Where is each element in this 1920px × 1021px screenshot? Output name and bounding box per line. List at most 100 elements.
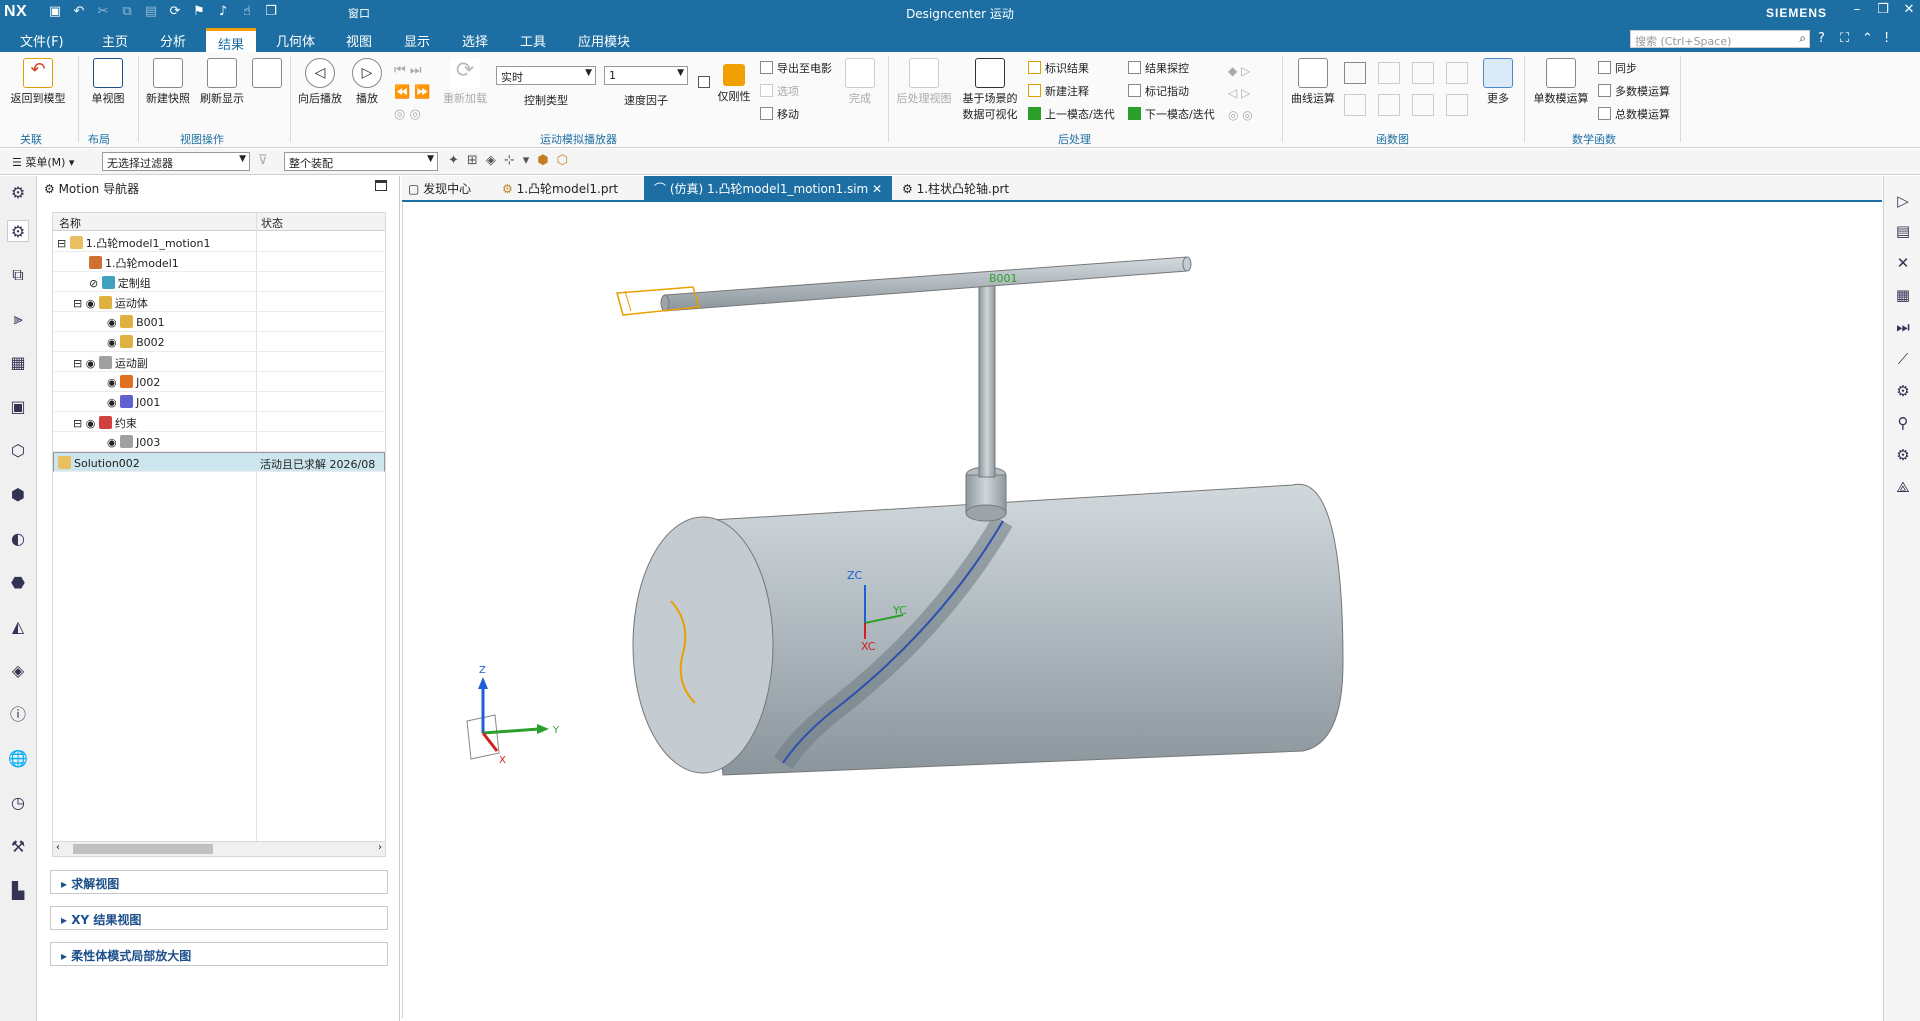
single-view-button[interactable]: 单视图 — [84, 58, 132, 106]
spring-icon[interactable]: ⟋ — [1892, 350, 1914, 372]
web-browser-icon[interactable]: 🌐 — [7, 748, 29, 770]
fullscreen-icon[interactable]: ⛶ — [1840, 31, 1849, 46]
total-calc-button[interactable]: 总数模运算 — [1598, 106, 1670, 122]
roles-icon[interactable]: ◈ — [7, 660, 29, 682]
previous-mode-button[interactable]: 上一模态/迭代 — [1028, 106, 1115, 122]
return-to-model-button[interactable]: ↶ 返回到模型 — [8, 58, 68, 106]
next-mode-button[interactable]: 下一模态/迭代 — [1128, 106, 1215, 122]
mode-icon[interactable]: ◎ ◎ — [1228, 104, 1253, 126]
tree-row[interactable]: ⊘ 定制组 — [53, 272, 385, 292]
eye-icon[interactable]: ◉ — [86, 357, 96, 370]
collapse-icon[interactable]: ⊟ — [73, 357, 82, 370]
alert-icon[interactable]: ! — [1884, 31, 1889, 46]
tab-cylindrical-cam[interactable]: ⚙ 1.柱状凸轮轴.prt — [902, 180, 1009, 197]
play-backward-button[interactable]: ◁ 向后播放 — [296, 58, 344, 106]
new-snapshot-button[interactable]: 新建快照 — [142, 58, 194, 106]
plot-icon[interactable] — [1344, 62, 1366, 84]
plot-icon[interactable] — [1378, 62, 1400, 84]
close-tab-icon[interactable]: ✕ — [872, 182, 882, 196]
follower-bar-b001[interactable] — [616, 256, 1192, 316]
link-body-icon[interactable]: ⟁ — [1892, 478, 1914, 500]
joint-icon[interactable]: ⚲ — [1892, 414, 1914, 436]
menu-view[interactable]: 视图 — [346, 31, 372, 50]
more-button[interactable]: 更多 — [1480, 58, 1516, 106]
pmi-icon[interactable]: ⬢ — [7, 484, 29, 506]
model-view[interactable]: B001 ZC YC XC Z Y X — [403, 203, 1881, 1018]
mode-icon[interactable]: ◁ ▷ — [1228, 82, 1253, 104]
gear-icon[interactable]: ⚙ — [1892, 446, 1914, 468]
plot-icon[interactable] — [1412, 94, 1434, 116]
tree-row[interactable]: ◉ J003 — [53, 432, 385, 452]
eye-icon[interactable]: ◉ — [86, 297, 96, 310]
snap-icon[interactable]: ◈ — [486, 153, 496, 168]
plot-icon[interactable] — [1446, 94, 1468, 116]
shaded-cube-icon[interactable]: ⬢ — [537, 153, 548, 168]
tree-row[interactable]: ⊟ 1.凸轮model1_motion1 — [53, 232, 385, 252]
collapse-icon[interactable]: ⊟ — [73, 297, 82, 310]
cross-icon[interactable]: ✕ — [1892, 254, 1914, 276]
type-filter-select[interactable]: 无选择过滤器 ▼ — [102, 152, 250, 171]
assembly-navigator-icon[interactable]: ⧉ — [7, 264, 29, 286]
menu-tools[interactable]: 工具 — [520, 31, 546, 50]
search-icon[interactable]: ⌕ — [1799, 31, 1806, 46]
plot-icon[interactable] — [1378, 94, 1400, 116]
flexible-body-panel[interactable]: ▸ 柔性体模式局部放大图 — [50, 942, 388, 966]
layout-icon[interactable]: ▣ — [7, 396, 29, 418]
play-circle-icon[interactable]: ▷ — [1892, 192, 1914, 214]
scroll-left-icon[interactable]: ‹ — [56, 842, 60, 853]
info-icon[interactable]: ⓘ — [7, 704, 29, 726]
view-triad[interactable]: Z Y X — [466, 665, 560, 766]
feature-icon[interactable]: ◐ — [7, 528, 29, 550]
follower-rod[interactable] — [978, 282, 996, 478]
plot-icon[interactable] — [1412, 62, 1434, 84]
refresh-display-button[interactable]: 刷新显示 — [196, 58, 248, 106]
new-annotation-button[interactable]: 新建注释 — [1028, 83, 1089, 99]
plot-icon[interactable] — [1344, 94, 1366, 116]
settings-icon[interactable]: ⚙ — [7, 182, 29, 204]
collapse-icon[interactable]: ⊟ — [73, 417, 82, 430]
mark-result-button[interactable]: 标识结果 — [1028, 60, 1089, 76]
eye-icon[interactable]: ◉ — [107, 436, 117, 449]
step-forward-icon[interactable]: ⏭ — [1892, 318, 1914, 340]
single-calc-button[interactable]: 单数模运算 — [1530, 58, 1592, 106]
tools-icon[interactable]: ⚒ — [7, 836, 29, 858]
tree-row[interactable]: ◉ B002 — [53, 332, 385, 352]
scroll-right-icon[interactable]: › — [378, 842, 382, 853]
maximize-icon[interactable] — [375, 180, 387, 191]
shape-icon[interactable]: ◭ — [7, 616, 29, 638]
step-icon[interactable]: ◎ ◎ — [394, 104, 431, 126]
wire-cube-icon[interactable]: ⬡ — [557, 153, 568, 168]
tab-simulation[interactable]: ⌒ (仿真) 1.凸轮model1_motion1.sim ✕ — [644, 176, 893, 200]
menu-geometry[interactable]: 几何体 — [276, 31, 315, 50]
mode-icon[interactable]: ◆ ▷ — [1228, 60, 1253, 82]
curve-calc-button[interactable]: 曲线运算 — [1288, 58, 1338, 106]
menu-applications[interactable]: 应用模块 — [578, 31, 630, 50]
column-header-name[interactable]: 名称 — [59, 215, 81, 231]
filter-icon[interactable]: ⊽ — [258, 153, 268, 168]
snap-icon[interactable]: ⊹ — [504, 153, 515, 168]
minimize-icon[interactable]: – — [1848, 2, 1866, 17]
eye-icon[interactable]: ◉ — [107, 316, 117, 329]
menu-file[interactable]: 文件(F) — [20, 31, 64, 50]
eye-icon[interactable]: ◉ — [107, 336, 117, 349]
tree-row[interactable]: 1.凸轮model1 — [53, 252, 385, 272]
column-header-status[interactable]: 状态 — [261, 215, 283, 231]
graphics-window[interactable]: B001 ZC YC XC Z Y X — [402, 203, 1882, 1018]
table-icon[interactable]: ▤ — [1892, 222, 1914, 244]
speed-factor-select[interactable]: 1 ▼ — [604, 66, 688, 85]
tree-row[interactable]: ◉ J001 — [53, 392, 385, 412]
reuse-library-icon[interactable]: ▦ — [7, 352, 29, 374]
move-button[interactable]: 移动 — [760, 106, 799, 122]
tree-row-solution[interactable]: Solution002 活动且已求解 2026/08 — [53, 452, 385, 472]
play-button[interactable]: ▷ 播放 — [348, 58, 386, 106]
step-icon[interactable]: ⏮ ⏭ — [394, 60, 431, 82]
menu-analysis[interactable]: 分析 — [160, 31, 186, 50]
box-icon[interactable]: ⬣ — [7, 572, 29, 594]
menu-display[interactable]: 显示 — [404, 31, 430, 50]
rigid-only-checkbox[interactable] — [698, 76, 710, 88]
legend-icon[interactable]: ▙ — [7, 880, 29, 902]
constraint-navigator-icon[interactable]: ⫸ — [7, 308, 29, 330]
step-icon[interactable]: ⏪ ⏩ — [394, 82, 431, 104]
tab-discovery-center[interactable]: ▢ 发现中心 — [408, 180, 471, 197]
post-view-button[interactable]: 后处理视图 — [894, 58, 954, 106]
